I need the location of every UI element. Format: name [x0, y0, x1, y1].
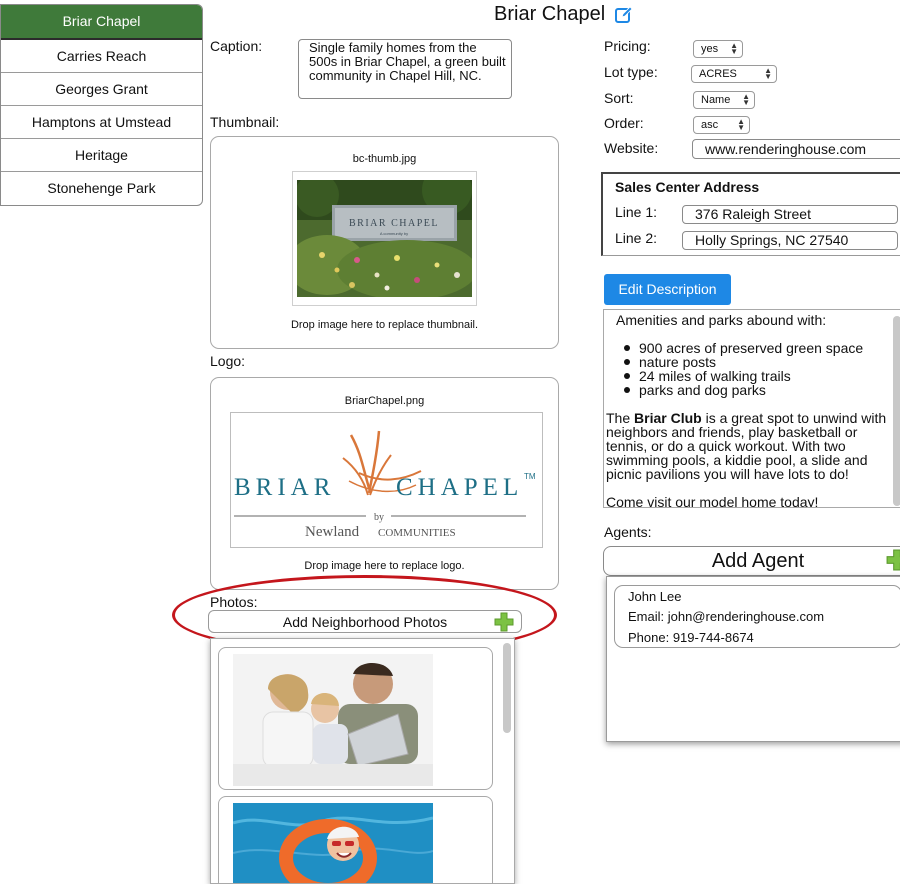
thumbnail-sign-text: BRIAR CHAPEL	[349, 218, 439, 229]
add-neighborhood-photos-button[interactable]: Add Neighborhood Photos	[208, 610, 522, 633]
logo-newland: Newland	[305, 524, 360, 540]
order-label: Order:	[604, 115, 644, 131]
photo-card[interactable]	[218, 796, 493, 883]
family-laptop-photo	[233, 654, 433, 786]
photos-scrollbar[interactable]	[503, 643, 511, 733]
sort-label: Sort:	[604, 90, 634, 106]
pricing-value: yes	[701, 43, 719, 55]
sidebar-item-stonehenge-park[interactable]: Stonehenge Park	[1, 172, 202, 205]
description-scrollbar[interactable]	[893, 316, 900, 506]
chevron-updown-icon: ▲ ▼	[730, 41, 738, 56]
agent-card[interactable]: John Lee Email: john@renderinghouse.com …	[614, 585, 900, 648]
chevron-updown-icon: ▲ ▼	[764, 66, 772, 81]
logo-communities: COMMUNITIES	[378, 527, 456, 539]
amenity-item: parks and dog parks	[624, 383, 863, 397]
logo-file-name: BriarChapel.png	[344, 395, 425, 407]
sidebar-item-carries-reach[interactable]: Carries Reach	[1, 40, 202, 73]
add-agent-button[interactable]: Add Agent	[603, 546, 900, 576]
photos-list[interactable]	[210, 638, 515, 884]
website-label: Website:	[604, 140, 659, 156]
logo-by: by	[374, 512, 384, 523]
amenity-item: 24 miles of walking trails	[624, 369, 863, 383]
order-value: asc	[701, 119, 719, 131]
sidebar-item-georges-grant[interactable]: Georges Grant	[1, 73, 202, 106]
briar-chapel-logo: BRIAR CHAPEL TM by Newland COMMUNITIES	[234, 430, 536, 540]
logo-drop-hint: Drop image here to replace logo.	[304, 560, 465, 572]
thumbnail-drop-zone[interactable]: bc-thumb.jpg BRIAR CHAPEL A community by…	[210, 136, 559, 349]
logo-image: BRIAR CHAPEL TM by Newland COMMUNITIES	[230, 412, 543, 548]
pricing-select[interactable]: yes ▲ ▼	[693, 40, 743, 58]
pricing-label: Pricing:	[604, 38, 651, 54]
logo-label: Logo:	[210, 353, 246, 369]
website-input[interactable]: www.renderinghouse.com	[692, 139, 900, 159]
logo-drop-zone[interactable]: BriarChapel.png BRIAR CHAPEL TM by Newla…	[210, 377, 559, 590]
agents-list: John Lee Email: john@renderinghouse.com …	[606, 576, 900, 742]
sort-select[interactable]: Name ▲ ▼	[693, 91, 755, 109]
lot-type-label: Lot type:	[604, 64, 658, 80]
agent-phone: Phone: 919-744-8674	[628, 630, 754, 645]
description-paragraph: The Briar Club is a great spot to unwind…	[606, 411, 894, 481]
sales-center-address: Sales Center Address Line 1: 376 Raleigh…	[601, 172, 900, 256]
amenity-item: 900 acres of preserved green space	[624, 341, 863, 355]
caption-label: Caption:	[210, 38, 263, 54]
chevron-updown-icon: ▲ ▼	[737, 117, 745, 132]
line1-label: Line 1:	[615, 204, 658, 220]
sales-center-title: Sales Center Address	[615, 179, 760, 195]
description-preview[interactable]: Amenities and parks abound with: 900 acr…	[603, 309, 900, 508]
sidebar-item-hamptons-at-umstead[interactable]: Hamptons at Umstead	[1, 106, 202, 139]
description-intro: Amenities and parks abound with:	[616, 312, 827, 328]
edit-description-button[interactable]: Edit Description	[604, 274, 731, 305]
amenities-list: 900 acres of preserved green space natur…	[624, 341, 863, 397]
thumbnail-label: Thumbnail:	[210, 114, 280, 130]
caption-textarea[interactable]: Single family homes from the 500s in Bri…	[298, 39, 512, 99]
page-title: Briar Chapel	[494, 3, 606, 25]
sidebar-item-heritage[interactable]: Heritage	[1, 139, 202, 172]
plus-icon[interactable]	[886, 549, 900, 571]
photos-label: Photos:	[210, 594, 258, 610]
amenity-item: nature posts	[624, 355, 863, 369]
thumbnail-file-name: bc-thumb.jpg	[352, 153, 417, 165]
description-closing: Come visit our model home today!	[606, 494, 819, 508]
agents-label: Agents:	[604, 524, 652, 540]
add-agent-label: Add Agent	[711, 550, 805, 572]
child-pool-photo	[233, 803, 433, 883]
sort-value: Name	[701, 94, 731, 106]
lot-type-value: ACRES	[699, 68, 737, 80]
add-neighborhood-photos-label: Add Neighborhood Photos	[282, 614, 448, 630]
line2-label: Line 2:	[615, 230, 658, 246]
photo-card[interactable]	[218, 647, 493, 790]
line2-input[interactable]: Holly Springs, NC 27540	[682, 231, 898, 250]
agent-email: Email: john@renderinghouse.com	[628, 609, 825, 624]
thumbnail-sign-sub: A community by	[380, 231, 408, 236]
thumbnail-photo: BRIAR CHAPEL A community by	[287, 165, 477, 300]
logo-trademark: TM	[524, 472, 536, 481]
thumbnail-image: BRIAR CHAPEL A community by	[287, 165, 477, 306]
edit-pencil-icon[interactable]	[614, 5, 634, 25]
plus-icon	[494, 612, 514, 632]
order-select[interactable]: asc ▲ ▼	[693, 116, 750, 134]
thumbnail-drop-hint: Drop image here to replace thumbnail.	[290, 319, 479, 331]
sidebar-item-briar-chapel[interactable]: Briar Chapel	[1, 5, 202, 40]
lot-type-select[interactable]: ACRES ▲ ▼	[691, 65, 777, 83]
agent-name: John Lee	[628, 589, 682, 604]
line1-input[interactable]: 376 Raleigh Street	[682, 205, 898, 224]
chevron-updown-icon: ▲ ▼	[742, 92, 750, 107]
community-sidebar: Briar Chapel Carries Reach Georges Grant…	[0, 4, 203, 206]
logo-brand-right: CHAPEL	[396, 474, 523, 501]
logo-brand-left: BRIAR	[234, 474, 335, 501]
